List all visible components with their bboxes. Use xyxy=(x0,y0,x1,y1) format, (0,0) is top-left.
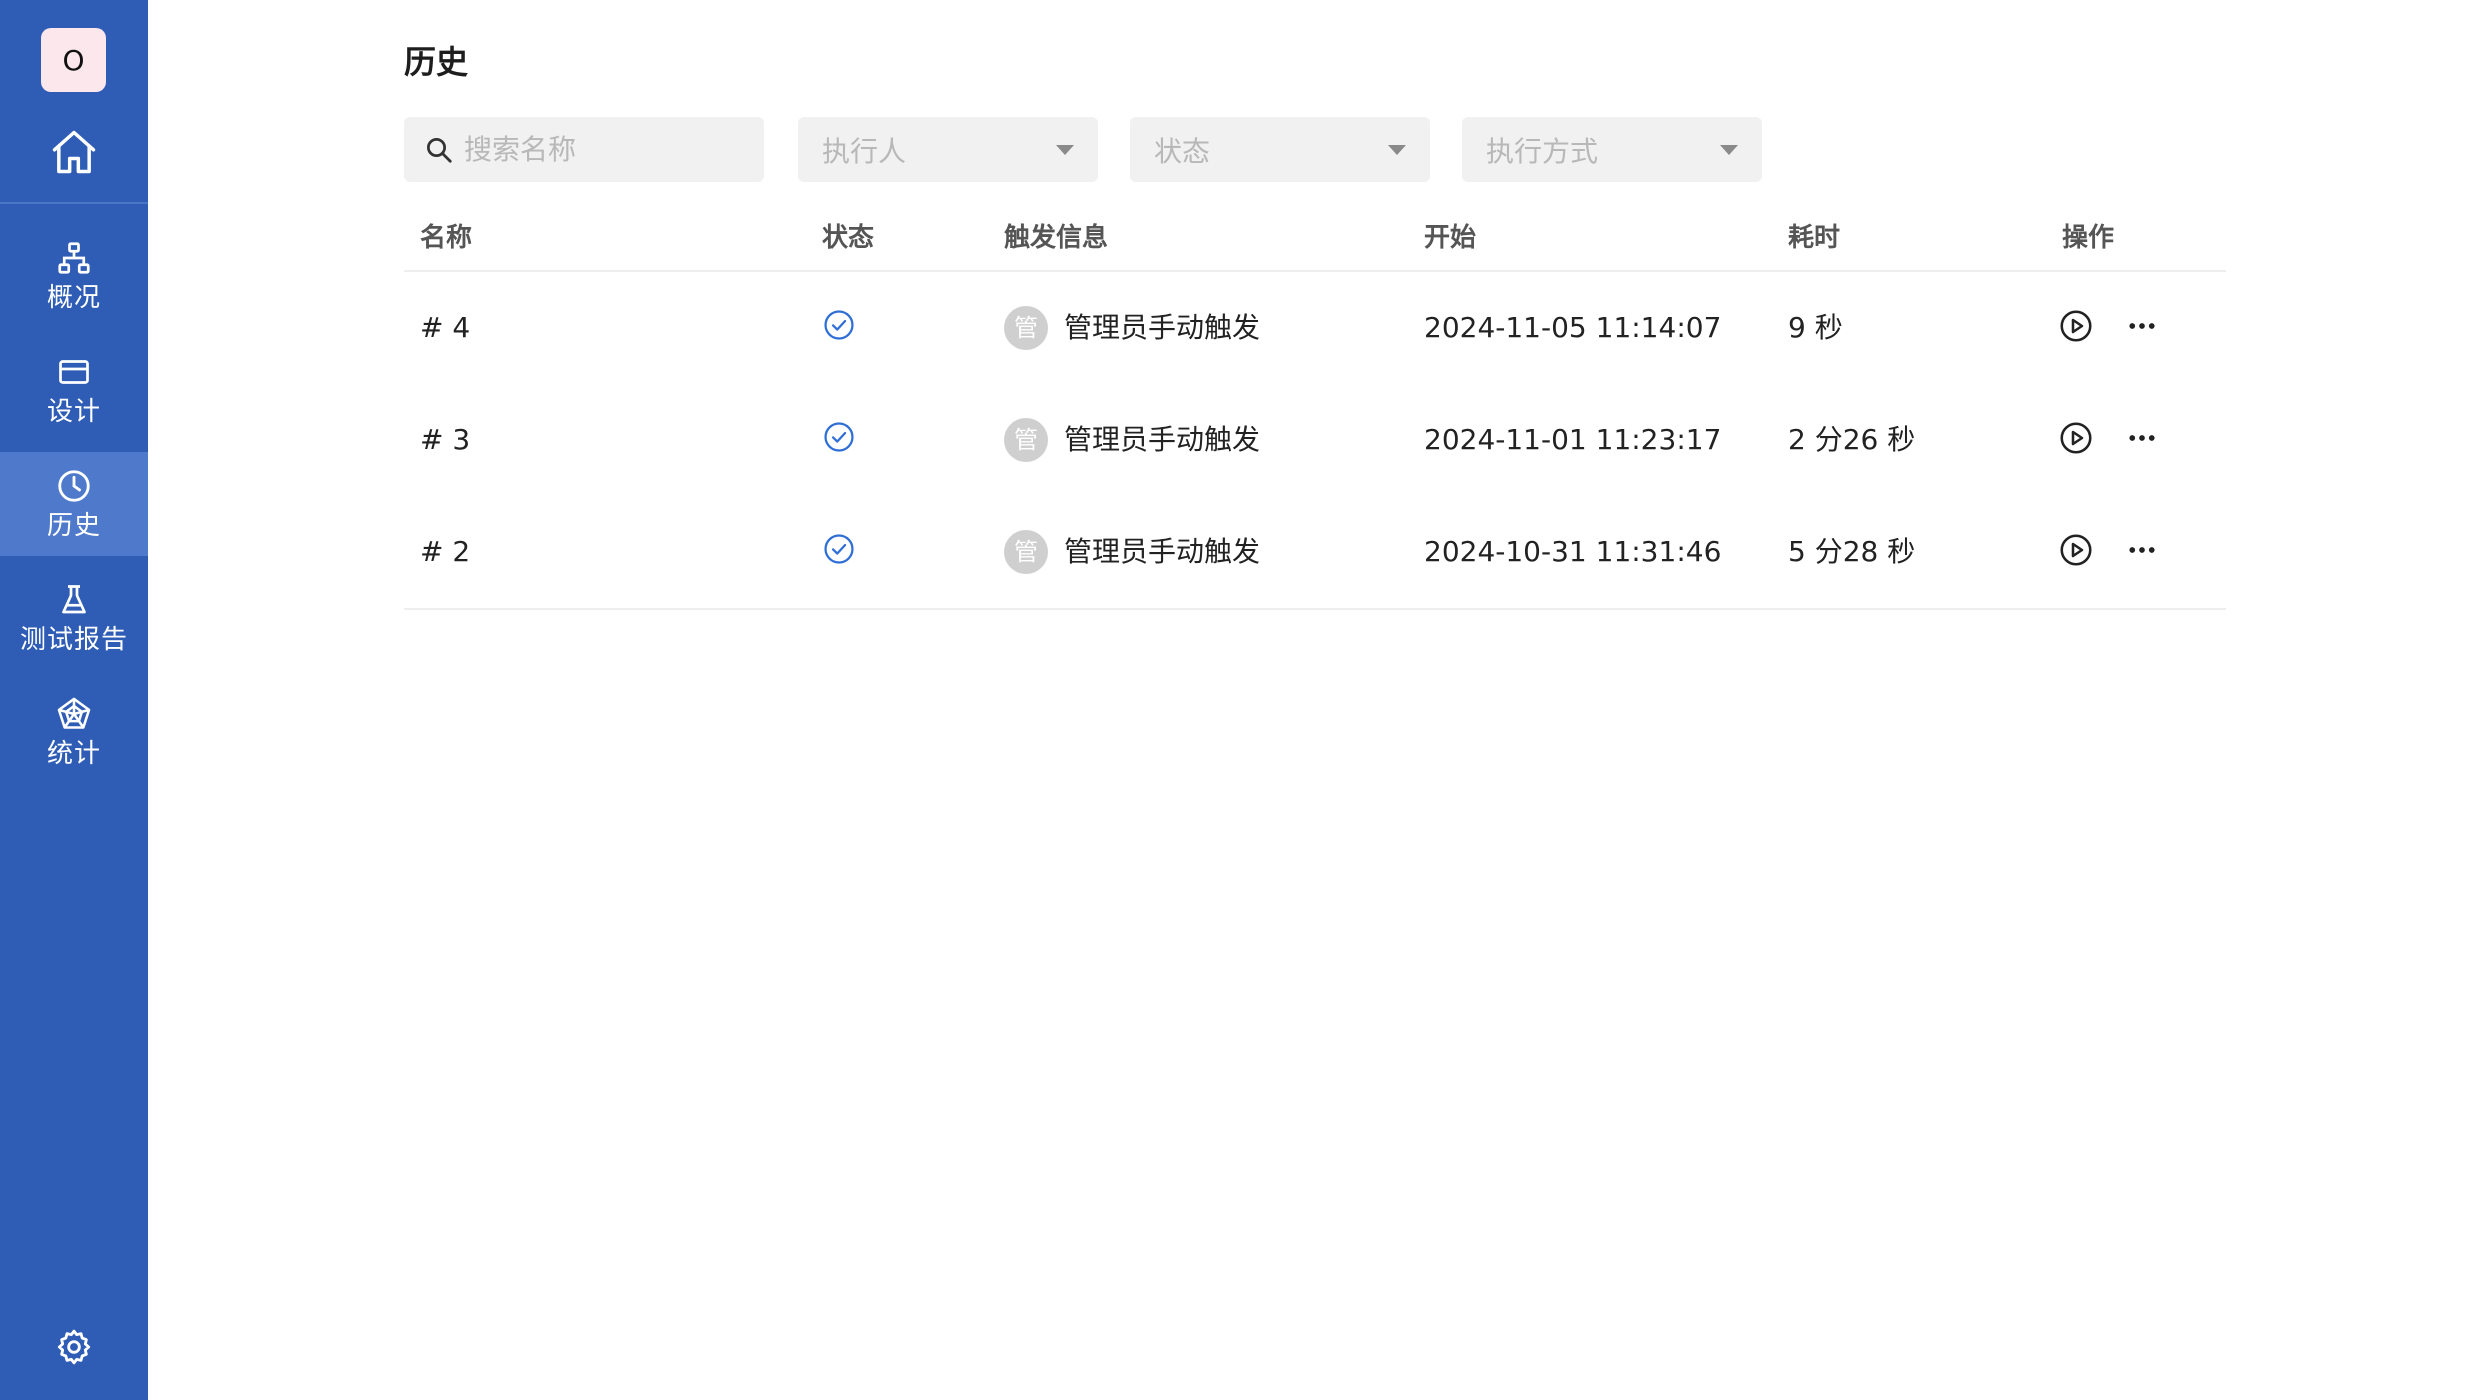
column-header-start[interactable]: 开始 xyxy=(1424,220,1476,256)
sidebar-item-design[interactable]: 设计 xyxy=(0,338,148,442)
sidebar-item-label: 概况 xyxy=(46,283,101,313)
trigger-text: 管理员手动触发 xyxy=(1064,535,1261,568)
gear-icon xyxy=(57,1329,91,1365)
column-header-name[interactable]: 名称 xyxy=(420,220,472,256)
history-table: 名称 状态 触发信息 开始 耗时 操作 # 4 管 管理员手动触发 2024-1… xyxy=(404,210,2226,610)
start-time: 2024-11-01 11:23:17 xyxy=(1424,423,1722,456)
row-actions xyxy=(2056,530,2162,570)
start-time: 2024-11-05 11:14:07 xyxy=(1424,311,1722,344)
execution-mode-select-placeholder: 执行方式 xyxy=(1486,134,1599,168)
flask-icon xyxy=(54,580,94,620)
more-button[interactable] xyxy=(2122,418,2162,458)
status-select[interactable]: 状态 xyxy=(1130,117,1430,182)
duration: 5 分28 秒 xyxy=(1788,535,1916,568)
trigger-info: 管 管理员手动触发 xyxy=(1004,530,1260,574)
search-input[interactable] xyxy=(464,133,764,166)
execution-mode-select[interactable]: 执行方式 xyxy=(1462,117,1762,182)
main-content: 历史 执行人 状态 执行方式 xyxy=(148,0,2482,1400)
workspace-avatar-letter: O xyxy=(62,43,85,77)
sidebar-item-label: 统计 xyxy=(46,739,101,769)
rerun-button[interactable] xyxy=(2056,418,2096,458)
sidebar-item-label: 历史 xyxy=(46,511,101,541)
table-body: # 4 管 管理员手动触发 2024-11-05 11:14:07 9 秒 # … xyxy=(404,272,2226,610)
status-select-placeholder: 状态 xyxy=(1154,134,1211,168)
sidebar-divider xyxy=(0,202,148,204)
duration: 9 秒 xyxy=(1788,311,1843,344)
more-horizontal-icon xyxy=(2129,435,2155,441)
trigger-avatar: 管 xyxy=(1004,418,1048,462)
sidebar-item-test-report[interactable]: 测试报告 xyxy=(0,566,148,670)
sidebar: O 概况 设计 历史 测试报告 统计 xyxy=(0,0,148,1400)
start-time: 2024-10-31 11:31:46 xyxy=(1424,535,1722,568)
play-circle-icon xyxy=(2060,422,2092,454)
play-circle-icon xyxy=(2060,310,2092,342)
rerun-button[interactable] xyxy=(2056,306,2096,346)
radar-chart-icon xyxy=(54,694,94,734)
caret-down-icon xyxy=(1056,144,1074,155)
sidebar-item-statistics[interactable]: 统计 xyxy=(0,680,148,784)
search-box[interactable] xyxy=(404,117,764,182)
column-header-status[interactable]: 状态 xyxy=(822,220,874,256)
status-success-icon xyxy=(822,420,856,463)
table-row[interactable]: # 2 管 管理员手动触发 2024-10-31 11:31:46 5 分28 … xyxy=(404,496,2226,608)
trigger-text: 管理员手动触发 xyxy=(1064,423,1261,456)
settings-button[interactable] xyxy=(52,1325,96,1369)
app-window: O 概况 设计 历史 测试报告 统计 历史 搜索名称 执行人 状态 执行方式 名… xyxy=(0,0,2482,1400)
run-name[interactable]: # 3 xyxy=(420,422,470,458)
table-header: 名称 状态 触发信息 开始 耗时 操作 xyxy=(404,210,2226,272)
sidebar-item-label: 设计 xyxy=(46,397,101,427)
home-icon xyxy=(52,130,96,174)
table-row[interactable]: # 4 管 管理员手动触发 2024-11-05 11:14:07 9 秒 xyxy=(404,272,2226,384)
trigger-text: 管理员手动触发 xyxy=(1064,311,1261,344)
status-success-icon xyxy=(822,532,856,575)
caret-down-icon xyxy=(1720,144,1738,155)
more-button[interactable] xyxy=(2122,530,2162,570)
more-horizontal-icon xyxy=(2129,547,2155,553)
row-actions xyxy=(2056,418,2162,458)
trigger-avatar: 管 xyxy=(1004,530,1048,574)
home-button[interactable] xyxy=(44,122,104,182)
search-icon xyxy=(427,137,452,163)
sidebar-item-label: 测试报告 xyxy=(19,625,128,655)
more-button[interactable] xyxy=(2122,306,2162,346)
executor-select-placeholder: 执行人 xyxy=(822,134,907,168)
trigger-info: 管 管理员手动触发 xyxy=(1004,418,1260,462)
sidebar-item-history[interactable]: 历史 xyxy=(0,452,148,556)
trigger-avatar: 管 xyxy=(1004,306,1048,350)
sitemap-icon xyxy=(54,238,94,278)
table-row[interactable]: # 3 管 管理员手动触发 2024-11-01 11:23:17 2 分26 … xyxy=(404,384,2226,496)
run-name[interactable]: # 4 xyxy=(420,310,470,346)
run-name[interactable]: # 2 xyxy=(420,534,470,570)
card-icon xyxy=(54,352,94,392)
caret-down-icon xyxy=(1388,144,1406,155)
column-header-actions: 操作 xyxy=(2062,223,2115,253)
rerun-button[interactable] xyxy=(2056,530,2096,570)
executor-select[interactable]: 执行人 xyxy=(798,117,1098,182)
column-header-duration[interactable]: 耗时 xyxy=(1788,220,1840,256)
page-title: 历史 xyxy=(404,43,469,81)
trigger-info: 管 管理员手动触发 xyxy=(1004,306,1260,350)
more-horizontal-icon xyxy=(2129,323,2155,329)
status-success-icon xyxy=(822,308,856,351)
workspace-avatar[interactable]: O xyxy=(41,28,106,92)
play-circle-icon xyxy=(2060,534,2092,566)
row-actions xyxy=(2056,306,2162,346)
column-header-trigger[interactable]: 触发信息 xyxy=(1004,220,1108,256)
clock-icon xyxy=(54,466,94,506)
sidebar-item-overview[interactable]: 概况 xyxy=(0,224,148,328)
duration: 2 分26 秒 xyxy=(1788,423,1916,456)
